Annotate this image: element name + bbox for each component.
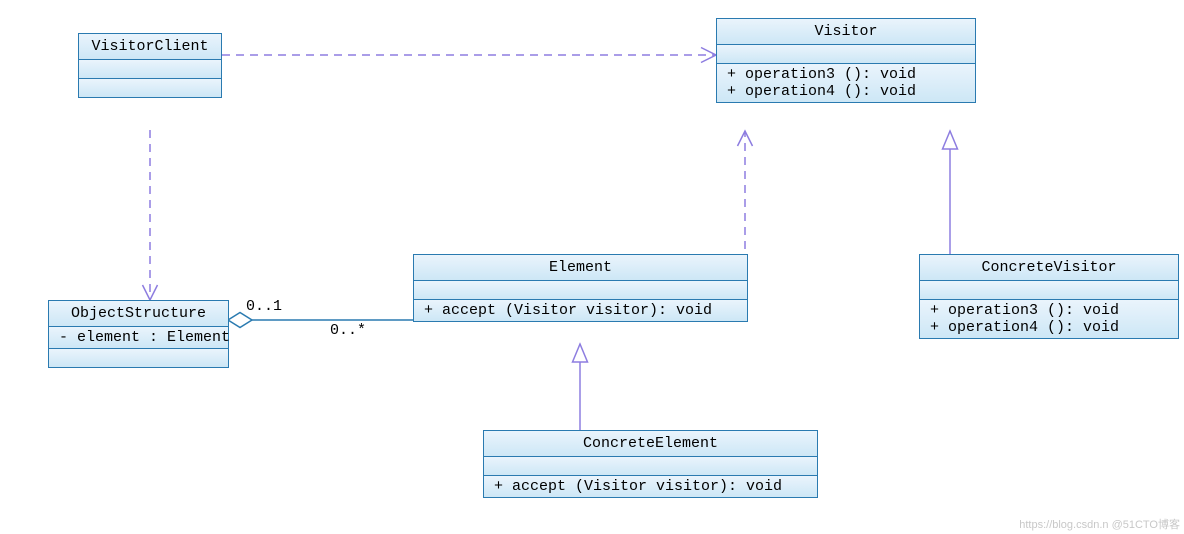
- class-name: Element: [414, 255, 747, 281]
- op-text: + operation3 (): void: [727, 66, 916, 83]
- op-text: + operation4 (): void: [930, 319, 1119, 336]
- class-visitor-client: VisitorClient: [78, 33, 222, 98]
- empty-section: [79, 60, 221, 79]
- class-name: VisitorClient: [79, 34, 221, 60]
- watermark: https://blog.csdn.n @51CTO博客: [1019, 516, 1180, 532]
- class-visitor: Visitor + operation3 (): void + operatio…: [716, 18, 976, 103]
- op-text: + operation3 (): void: [930, 302, 1119, 319]
- empty-section: [49, 349, 228, 367]
- empty-section: [414, 281, 747, 300]
- attribute: - element : Element: [49, 327, 228, 349]
- class-name: Visitor: [717, 19, 975, 45]
- class-name: ConcreteVisitor: [920, 255, 1178, 281]
- operation: + accept (Visitor visitor): void: [484, 476, 817, 497]
- class-concrete-visitor: ConcreteVisitor + operation3 (): void + …: [919, 254, 1179, 339]
- class-name: ObjectStructure: [49, 301, 228, 327]
- class-element: Element + accept (Visitor visitor): void: [413, 254, 748, 322]
- class-name: ConcreteElement: [484, 431, 817, 457]
- empty-section: [79, 79, 221, 97]
- multiplicity-left: 0..1: [246, 298, 282, 315]
- empty-section: [717, 45, 975, 64]
- op-text: + operation4 (): void: [727, 83, 916, 100]
- empty-section: [920, 281, 1178, 300]
- operation: + accept (Visitor visitor): void: [414, 300, 747, 321]
- operation: + operation3 (): void + operation4 (): v…: [920, 300, 1178, 338]
- multiplicity-right: 0..*: [330, 322, 366, 339]
- empty-section: [484, 457, 817, 476]
- class-object-structure: ObjectStructure - element : Element: [48, 300, 229, 368]
- class-concrete-element: ConcreteElement + accept (Visitor visito…: [483, 430, 818, 498]
- uml-diagram: VisitorClient Visitor + operation3 (): v…: [0, 0, 1184, 534]
- operation: + operation3 (): void + operation4 (): v…: [717, 64, 975, 102]
